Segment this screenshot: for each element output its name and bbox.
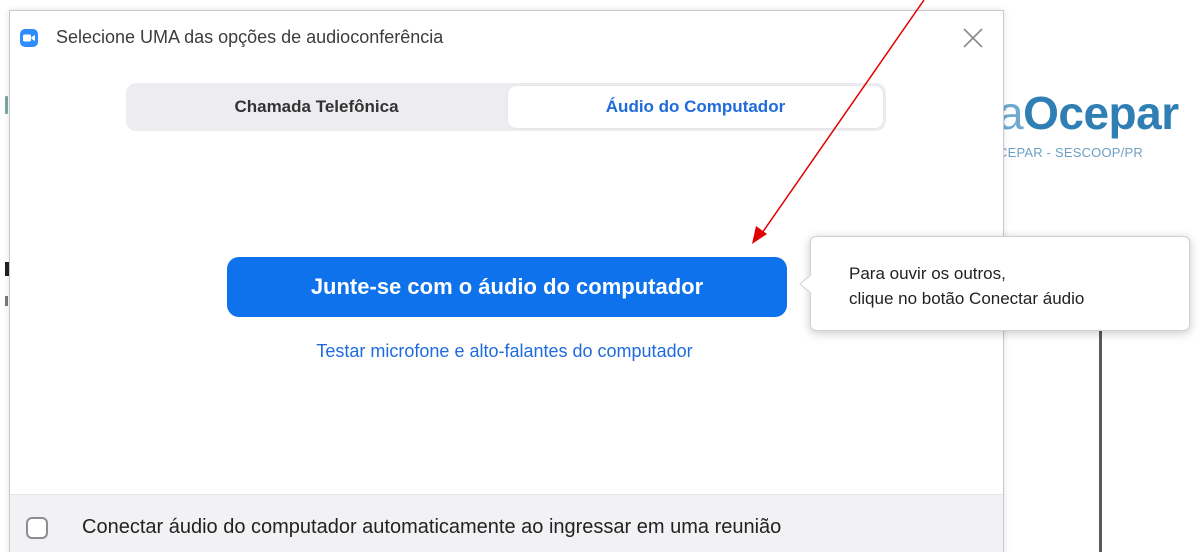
background-divider (1099, 330, 1102, 552)
tab-computer-audio[interactable]: Áudio do Computador (508, 86, 883, 128)
dialog-footer: Conectar áudio do computador automaticam… (10, 494, 1003, 552)
background-edge-mark (5, 296, 8, 306)
test-speaker-mic-link-row: Testar microfone e alto-falantes do comp… (10, 341, 1005, 362)
background-logo-text: Ocepar (1023, 87, 1179, 139)
dialog-title: Selecione UMA das opções de audioconferê… (56, 27, 444, 47)
close-icon[interactable] (960, 25, 986, 51)
tooltip-text: Para ouvir os outros, clique no botão Co… (849, 261, 1084, 311)
tooltip-pointer (799, 273, 821, 295)
instruction-tooltip: Para ouvir os outros, clique no botão Co… (799, 236, 1190, 331)
tooltip-line-1: Para ouvir os outros, (849, 264, 1006, 283)
auto-connect-checkbox[interactable] (26, 517, 48, 539)
background-edge-mark (5, 96, 8, 114)
join-computer-audio-button[interactable]: Junte-se com o áudio do computador (227, 257, 787, 317)
tab-phone-call[interactable]: Chamada Telefônica (129, 86, 504, 128)
dialog-titlebar: Selecione UMA das opções de audioconferê… (10, 11, 1003, 61)
tooltip-line-2: clique no botão Conectar áudio (849, 289, 1085, 308)
test-speaker-mic-link[interactable]: Testar microfone e alto-falantes do comp… (316, 341, 692, 361)
auto-connect-label[interactable]: Conectar áudio do computador automaticam… (82, 516, 781, 539)
screenshot-stage: aOcepar CEPAR - SESCOOP/PR Selecione UMA… (0, 0, 1200, 552)
audio-option-tabs: Chamada Telefônica Áudio do Computador (126, 83, 886, 131)
background-logo-subtitle: CEPAR - SESCOOP/PR (998, 145, 1143, 160)
background-logo: aOcepar (998, 90, 1179, 136)
video-camera-icon (20, 29, 38, 47)
